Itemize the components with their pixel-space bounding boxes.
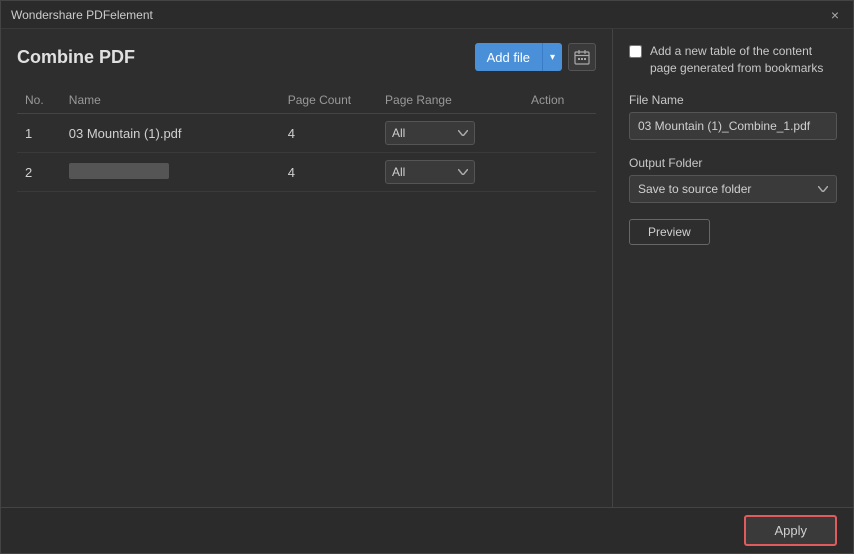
row2-pagerange[interactable]: All Custom	[377, 153, 523, 192]
calendar-icon	[574, 49, 590, 65]
close-button[interactable]: ×	[827, 7, 843, 23]
output-folder-label: Output Folder	[629, 156, 837, 170]
col-header-action: Action	[523, 87, 596, 114]
col-header-pagecount: Page Count	[280, 87, 377, 114]
table-row: 2 4 All Custom	[17, 153, 596, 192]
panel-header: Combine PDF Add file ▾	[17, 43, 596, 71]
file-name-label: File Name	[629, 93, 837, 107]
file-table: No. Name Page Count Page Range Action 1 …	[17, 87, 596, 192]
panel-title: Combine PDF	[17, 47, 135, 68]
preview-button[interactable]: Preview	[629, 219, 710, 245]
window: Wondershare PDFelement × Combine PDF Add…	[0, 0, 854, 554]
calendar-icon-button[interactable]	[568, 43, 596, 71]
col-header-name: Name	[61, 87, 280, 114]
row2-name-placeholder	[69, 163, 169, 179]
main-content: Combine PDF Add file ▾	[1, 29, 853, 507]
add-file-button[interactable]: Add file ▾	[475, 43, 562, 71]
table-row: 1 03 Mountain (1).pdf 4 All Custom	[17, 114, 596, 153]
footer: Apply	[1, 507, 853, 553]
output-folder-section: Output Folder Save to source folder Choo…	[629, 156, 837, 203]
row2-pagerange-select[interactable]: All Custom	[385, 160, 475, 184]
row1-no: 1	[17, 114, 61, 153]
add-file-label: Add file	[475, 43, 543, 71]
left-panel: Combine PDF Add file ▾	[1, 29, 613, 507]
header-buttons: Add file ▾	[475, 43, 596, 71]
row1-pagerange-select[interactable]: All Custom	[385, 121, 475, 145]
row1-pagecount: 4	[280, 114, 377, 153]
col-header-pagerange: Page Range	[377, 87, 523, 114]
title-bar: Wondershare PDFelement ×	[1, 1, 853, 29]
row1-name: 03 Mountain (1).pdf	[61, 114, 280, 153]
window-title: Wondershare PDFelement	[11, 8, 153, 22]
file-name-section: File Name	[629, 93, 837, 140]
apply-button[interactable]: Apply	[744, 515, 837, 546]
row1-pagerange[interactable]: All Custom	[377, 114, 523, 153]
right-panel: Add a new table of the content page gene…	[613, 29, 853, 507]
bookmark-checkbox-label: Add a new table of the content page gene…	[650, 43, 837, 77]
file-name-input[interactable]	[629, 112, 837, 140]
col-header-no: No.	[17, 87, 61, 114]
row2-action	[523, 153, 596, 192]
preview-section: Preview	[629, 219, 837, 245]
output-folder-select[interactable]: Save to source folder Choose folder...	[629, 175, 837, 203]
bookmark-checkbox[interactable]	[629, 45, 642, 58]
row2-name	[61, 153, 280, 192]
row2-no: 2	[17, 153, 61, 192]
row2-pagecount: 4	[280, 153, 377, 192]
checkbox-row: Add a new table of the content page gene…	[629, 43, 837, 77]
add-file-dropdown-arrow[interactable]: ▾	[543, 43, 562, 71]
row1-action	[523, 114, 596, 153]
